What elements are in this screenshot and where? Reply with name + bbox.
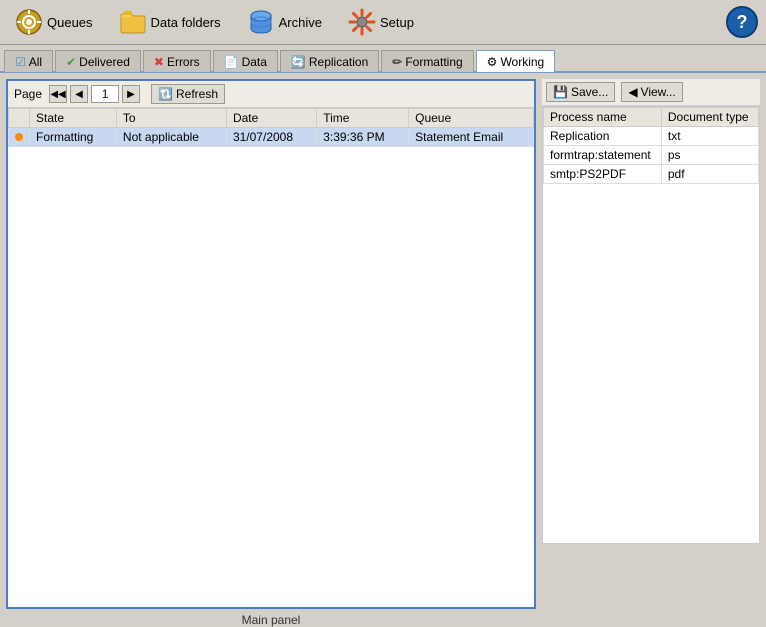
save-icon: 💾 [553,85,568,99]
cell-doctype-1: ps [661,146,758,165]
cell-to: Not applicable [116,128,226,147]
queues-icon [15,8,43,36]
tab-delivered-icon: ✔ [66,55,76,69]
refresh-icon: 🔃 [158,87,173,101]
col-queue: Queue [409,109,534,128]
tab-data[interactable]: 📄 Data [213,50,278,72]
view-icon: ◀ [628,85,637,99]
archive-label: Archive [279,15,322,30]
state-dot-icon [15,133,23,141]
pagination-bar: Page ◀◀ ◀ ▶ 🔃 Refresh [8,81,534,108]
view-button[interactable]: ◀ View... [621,82,682,102]
data-folders-icon [119,8,147,36]
cell-doctype-0: txt [661,127,758,146]
setup-icon [348,8,376,36]
data-folders-label: Data folders [151,15,221,30]
table-row[interactable]: Formatting Not applicable 31/07/2008 3:3… [9,128,534,147]
main-panel-label: Main panel [6,609,536,627]
cell-time: 3:39:36 PM [317,128,409,147]
tab-data-icon: 📄 [224,55,239,69]
tab-delivered[interactable]: ✔ Delivered [55,50,141,72]
setup-button[interactable]: Setup [341,5,421,39]
refresh-button[interactable]: 🔃 Refresh [151,84,225,104]
next-page-button[interactable]: ▶ [122,85,140,103]
col-time: Time [317,109,409,128]
cell-state: Formatting [30,128,117,147]
page-input[interactable] [91,85,119,103]
tab-all[interactable]: ☑ All [4,50,53,72]
content-area: Page ◀◀ ◀ ▶ 🔃 Refresh State To Date [0,73,766,550]
archive-icon [247,8,275,36]
cell-doctype-2: pdf [661,165,758,184]
col-to: To [116,109,226,128]
tab-replication-icon: 🔄 [291,55,306,69]
tab-all-icon: ☑ [15,55,26,69]
toolbar: Queues Data folders Archive [0,0,766,45]
col-state: State [30,109,117,128]
right-content: Process name Document type Replication t… [542,106,760,544]
cell-date: 31/07/2008 [226,128,316,147]
process-row[interactable]: Replication txt [544,127,759,146]
main-panel-wrap: Page ◀◀ ◀ ▶ 🔃 Refresh State To Date [6,79,536,544]
right-toolbar: 💾 Save... ◀ View... [542,79,760,106]
setup-label: Setup [380,15,414,30]
col-process-name: Process name [544,108,662,127]
save-button[interactable]: 💾 Save... [546,82,615,102]
cell-process-2: smtp:PS2PDF [544,165,662,184]
tab-replication[interactable]: 🔄 Replication [280,50,379,72]
data-folders-button[interactable]: Data folders [112,5,228,39]
process-row[interactable]: smtp:PS2PDF pdf [544,165,759,184]
col-indicator [9,109,30,128]
help-button[interactable]: ? [726,6,758,38]
data-table: State To Date Time Queue Formatting Not … [8,108,534,147]
process-table: Process name Document type Replication t… [543,107,759,184]
tabs-row: ☑ All ✔ Delivered ✖ Errors 📄 Data 🔄 Repl… [0,45,766,73]
main-panel: Page ◀◀ ◀ ▶ 🔃 Refresh State To Date [6,79,536,609]
queues-label: Queues [47,15,93,30]
tab-working[interactable]: ⚙ Working [476,50,556,72]
cell-process-0: Replication [544,127,662,146]
cell-queue: Statement Email [409,128,534,147]
tab-working-icon: ⚙ [487,55,498,69]
right-panel: 💾 Save... ◀ View... Process name Documen… [542,79,760,544]
col-date: Date [226,109,316,128]
archive-button[interactable]: Archive [240,5,329,39]
cell-process-1: formtrap:statement [544,146,662,165]
tab-errors[interactable]: ✖ Errors [143,50,211,72]
prev-page-button[interactable]: ◀ [70,85,88,103]
process-row[interactable]: formtrap:statement ps [544,146,759,165]
tab-errors-icon: ✖ [154,55,164,69]
queues-button[interactable]: Queues [8,5,100,39]
first-page-button[interactable]: ◀◀ [49,85,67,103]
row-indicator [9,128,30,147]
tab-formatting[interactable]: ✏ Formatting [381,50,473,72]
col-doc-type: Document type [661,108,758,127]
tab-formatting-icon: ✏ [392,55,402,69]
page-label: Page [14,87,42,101]
